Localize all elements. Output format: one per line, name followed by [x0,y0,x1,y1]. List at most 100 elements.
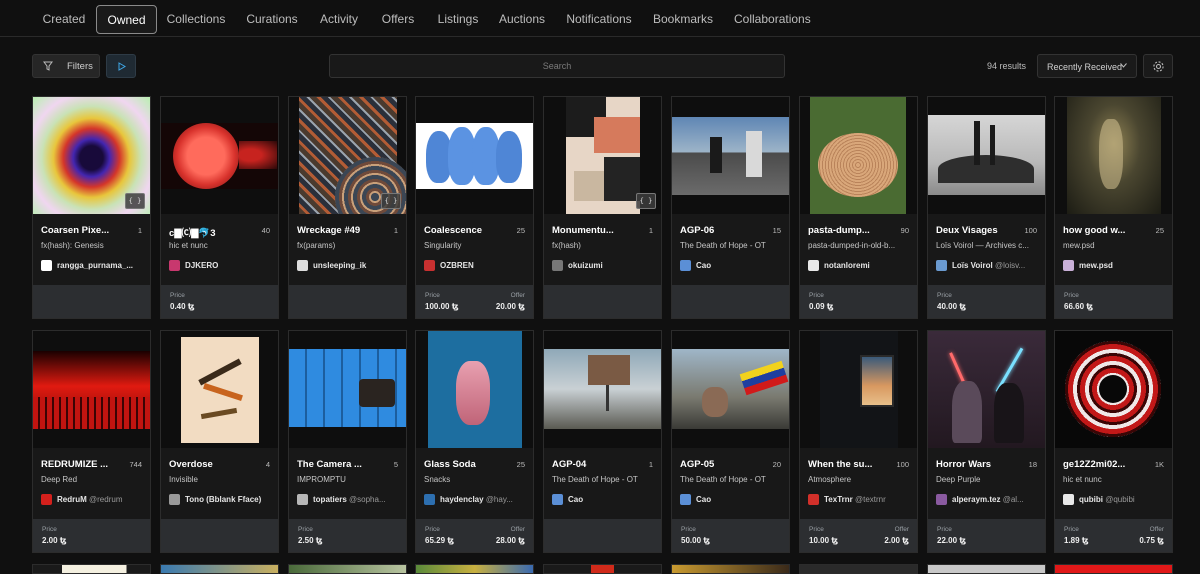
token-card[interactable]: { } Monumentu... 1 fx(hash) okuizumi [543,96,662,319]
avatar [680,494,691,505]
tab-offers[interactable]: Offers [378,5,418,34]
edition-count: 1 [648,226,653,235]
fxhash-badge: { } [125,193,145,209]
artist[interactable]: Tono (Bblank Fface) [169,494,274,506]
token-card[interactable]: Horror Wars 18 Deep Purple alperaym.tez … [927,330,1046,553]
tab-owned[interactable]: Owned [96,5,157,34]
tab-curations[interactable]: Curations [244,5,300,34]
price-label: Price [425,292,440,299]
token-card-partial[interactable] [160,564,279,574]
tab-bookmarks[interactable]: Bookmarks [652,5,714,34]
artist[interactable]: mew.psd [1063,260,1168,272]
avatar [808,494,819,505]
artist[interactable]: rangga_purnama_... [41,260,146,272]
artist[interactable]: OZBREN [424,260,529,272]
artist[interactable]: Cao [680,494,785,506]
token-card[interactable]: Coalescence 25 Singularity OZBREN Price … [415,96,534,319]
card-footer [672,285,789,318]
tab-listings[interactable]: Listings [434,5,482,34]
filter-icon [43,61,53,71]
price-value: 2.00 ꜩ [42,536,67,545]
artist-name: topatiers @sopha... [313,495,386,504]
tab-auctions[interactable]: Auctions [498,5,546,34]
token-card[interactable]: AGP-05 20 The Death of Hope - OT Cao Pri… [671,330,790,553]
sort-dropdown[interactable]: Recently Received [1037,54,1137,78]
card-footer: Price 10.00 ꜩ Offer 2.00 ꜩ [800,519,917,552]
artist-name: haydenclay @hay... [440,495,513,504]
edition-count: 5 [393,460,398,469]
token-title: AGP-04 [552,459,587,470]
price-value: 50.00 ꜩ [681,536,711,545]
token-card[interactable]: Glass Soda 25 Snacks haydenclay @hay... … [415,330,534,553]
artist[interactable]: unsleeping_ik [297,260,402,272]
card-footer: Price 40.00 ꜩ [928,285,1045,318]
artist[interactable]: topatiers @sopha... [297,494,402,506]
token-card[interactable]: REDRUMIZE ... 744 Deep Red RedruM @redru… [32,330,151,553]
results-count: 94 results [987,61,1027,71]
artist[interactable]: RedruM @redrum [41,494,146,506]
edition-count: 744 [129,460,142,469]
settings-button[interactable] [1143,54,1173,78]
card-footer: Price 22.00 ꜩ [928,519,1045,552]
token-card[interactable]: { } Wreckage #49 1 fx(params) unsleeping… [288,96,407,319]
card-footer: Price 0.40 ꜩ [161,285,278,318]
filters-button[interactable]: Filters [32,54,100,78]
token-card-partial[interactable] [799,564,918,574]
token-card[interactable]: c▇⒞▇🐬3 40 hic et nunc DJKERO Price 0.40 … [160,96,279,319]
artist[interactable]: alperaym.tez @al... [936,494,1041,506]
token-card[interactable]: AGP-06 15 The Death of Hope - OT Cao [671,96,790,319]
artwork-thumbnail: { } [544,97,661,214]
tab-notifications[interactable]: Notifications [566,5,632,34]
collection-name: Atmosphere [808,475,852,484]
token-title: ge12Z2mi02... [1063,459,1126,470]
token-card[interactable]: AGP-04 1 The Death of Hope - OT Cao [543,330,662,553]
token-card[interactable]: ge12Z2mi02... 1K hic et nunc qubibi @qub… [1054,330,1173,553]
token-card-partial[interactable] [415,564,534,574]
price-value: 10.00 ꜩ [809,536,839,545]
card-footer: Price 66.60 ꜩ [1055,285,1172,318]
artist[interactable]: DJKERO [169,260,274,272]
token-card[interactable]: When the su... 100 Atmosphere TexTrnr @t… [799,330,918,553]
token-title: Coarsen Pixe... [41,225,110,236]
artist[interactable]: Loïs Voirol @loisv... [936,260,1041,272]
token-card[interactable]: { } Coarsen Pixe... 1 fx(hash): Genesis … [32,96,151,319]
price-value: 0.09 ꜩ [809,302,834,311]
tab-collaborations[interactable]: Collaborations [734,5,811,34]
token-card[interactable]: Overdose 4 Invisible Tono (Bblank Fface) [160,330,279,553]
token-card-partial[interactable] [1054,564,1173,574]
token-card-partial[interactable] [543,564,662,574]
artist[interactable]: haydenclay @hay... [424,494,529,506]
token-card-partial[interactable] [927,564,1046,574]
search-input[interactable] [329,54,785,78]
gear-icon [1153,61,1164,72]
artist[interactable]: okuizumi [552,260,657,272]
token-title: Coalescence [424,225,483,236]
avatar [552,494,563,505]
play-button[interactable] [106,54,136,78]
artist[interactable]: Cao [680,260,785,272]
token-card-partial[interactable] [288,564,407,574]
token-title: Overdose [169,459,213,470]
offer-label: Offer [510,526,525,533]
artwork-thumbnail [289,331,406,448]
edition-count: 4 [265,460,270,469]
edition-count: 25 [516,460,525,469]
artist[interactable]: Cao [552,494,657,506]
token-card-partial[interactable] [671,564,790,574]
artist[interactable]: TexTrnr @textrnr [808,494,913,506]
card-footer: Price 2.50 ꜩ [289,519,406,552]
artist-name: rangga_purnama_... [57,261,134,270]
artist[interactable]: notanloremi [808,260,913,272]
token-card[interactable]: Deux Visages 100 Loïs Voirol — Archives … [927,96,1046,319]
card-footer [33,285,150,318]
token-card[interactable]: pasta-dump... 90 pasta-dumped-in-old-b..… [799,96,918,319]
token-card-partial[interactable] [32,564,151,574]
tab-created[interactable]: Created [40,5,88,34]
tab-collections[interactable]: Collections [164,5,228,34]
artist[interactable]: qubibi @qubibi [1063,494,1168,506]
edition-count: 15 [772,226,781,235]
token-card[interactable]: how good w... 25 mew.psd mew.psd Price 6… [1054,96,1173,319]
tab-activity[interactable]: Activity [317,5,361,34]
edition-count: 100 [896,460,909,469]
token-card[interactable]: The Camera ... 5 IMPROMPTU topatiers @so… [288,330,407,553]
